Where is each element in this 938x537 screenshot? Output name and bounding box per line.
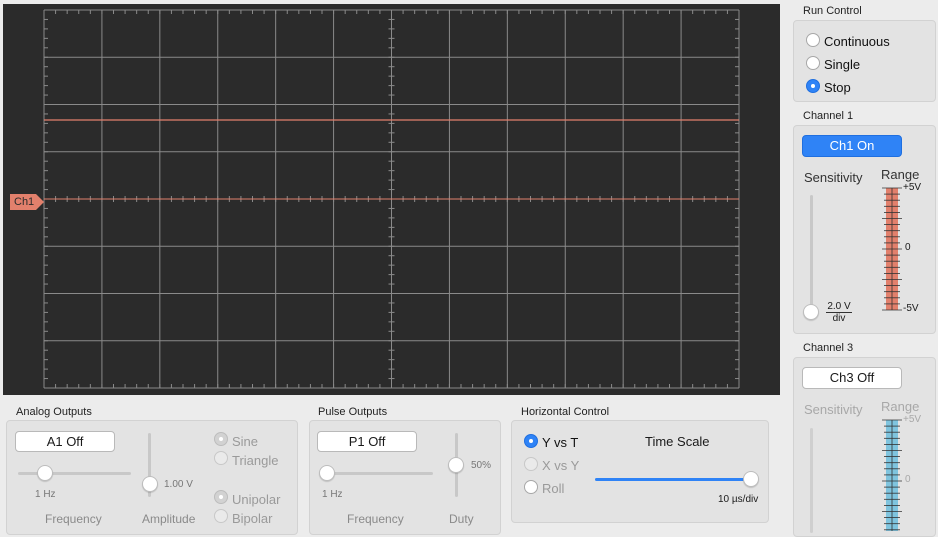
ch1-toggle-button[interactable]: Ch1 On (802, 135, 902, 157)
ch1-range-bottom: -5V (903, 303, 919, 314)
analog-title: Analog Outputs (16, 406, 92, 418)
ch1-sensitivity-track (810, 195, 813, 310)
radio-bipolar-label[interactable]: Bipolar (232, 511, 272, 526)
radio-x-vs-y-label[interactable]: X vs Y (542, 458, 579, 473)
pulse-duty-slider[interactable] (448, 457, 464, 473)
radio-unipolar-label[interactable]: Unipolar (232, 492, 280, 507)
ch1-range-mid: 0 (905, 242, 911, 253)
scope-display: Ch1 (3, 4, 780, 395)
pulse-duty-value: 50% (471, 460, 492, 471)
pulse-duty-label: Duty (449, 512, 474, 526)
ch3-sensitivity-label: Sensitivity (804, 402, 863, 417)
radio-roll-label[interactable]: Roll (542, 481, 564, 496)
ch1-range-label: Range (881, 167, 920, 182)
ch1-sensitivity-label: Sensitivity (804, 170, 863, 185)
ch1-range-meter (882, 187, 902, 311)
timescale-value: 10 µs/div (718, 494, 759, 505)
ch3-range-top: +5V (903, 414, 922, 425)
ch3-toggle-button[interactable]: Ch3 Off (802, 367, 902, 389)
timescale-track (595, 478, 750, 481)
pulse-freq-value: 1 Hz (322, 489, 343, 500)
scope-grid (43, 9, 740, 389)
radio-y-vs-t[interactable] (524, 434, 538, 448)
radio-sine-label[interactable]: Sine (232, 434, 258, 449)
ch3-range-mid: 0 (905, 474, 911, 485)
timescale-label: Time Scale (645, 434, 710, 449)
pulse-freq-track (320, 472, 433, 475)
pulse-freq-label: Frequency (347, 512, 404, 526)
radio-single[interactable] (806, 56, 820, 70)
radio-x-vs-y[interactable] (524, 457, 538, 471)
analog-freq-track (18, 472, 131, 475)
radio-y-vs-t-label[interactable]: Y vs T (542, 435, 578, 450)
timescale-slider[interactable] (743, 471, 759, 487)
radio-triangle[interactable] (214, 451, 228, 465)
analog-freq-slider[interactable] (37, 465, 53, 481)
radio-stop[interactable] (806, 79, 820, 93)
radio-sine[interactable] (214, 432, 228, 446)
ch1-marker[interactable]: Ch1 (10, 194, 44, 210)
ch3-range-meter (882, 419, 902, 531)
pulse-freq-slider[interactable] (319, 465, 335, 481)
analog-freq-label: Frequency (45, 512, 102, 526)
channel1-title: Channel 1 (803, 110, 854, 122)
run-control-title: Run Control (803, 5, 862, 17)
horizontal-title: Horizontal Control (521, 406, 610, 418)
radio-stop-label[interactable]: Stop (824, 80, 851, 95)
analog-amp-slider[interactable] (142, 476, 158, 492)
radio-triangle-label[interactable]: Triangle (232, 453, 278, 468)
ch1-sens-den: div (832, 313, 846, 324)
analog-amp-value: 1.00 V (164, 479, 193, 490)
radio-unipolar[interactable] (214, 490, 228, 504)
ch1-sens-num: 2.0 V (826, 301, 852, 313)
p1-toggle-button[interactable]: P1 Off (317, 431, 417, 452)
ch3-range-label: Range (881, 399, 920, 414)
ch1-sensitivity-value: 2.0 V div (826, 301, 852, 324)
analog-amp-label: Amplitude (142, 512, 196, 526)
radio-bipolar[interactable] (214, 509, 228, 523)
ch3-sensitivity-track (810, 428, 813, 533)
ch1-sensitivity-slider[interactable] (803, 304, 819, 320)
a1-toggle-button[interactable]: A1 Off (15, 431, 115, 452)
channel3-title: Channel 3 (803, 342, 854, 354)
pulse-title: Pulse Outputs (318, 406, 388, 418)
radio-single-label[interactable]: Single (824, 57, 860, 72)
radio-continuous[interactable] (806, 33, 820, 47)
ch1-range-top: +5V (903, 182, 922, 193)
radio-continuous-label[interactable]: Continuous (824, 34, 890, 49)
analog-freq-value: 1 Hz (35, 489, 56, 500)
radio-roll[interactable] (524, 480, 538, 494)
